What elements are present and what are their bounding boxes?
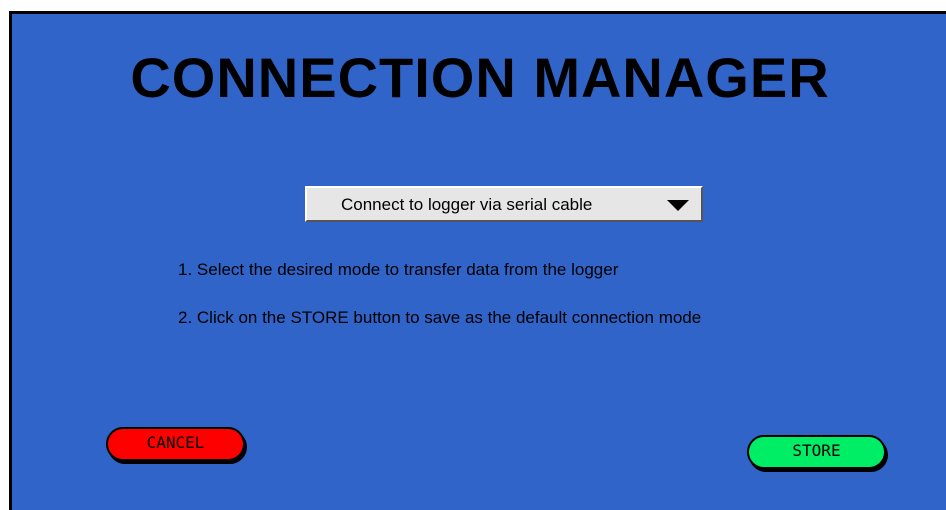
triangle-down-icon [667, 200, 689, 211]
connection-mode-dropdown[interactable]: Connect to logger via serial cable [305, 186, 703, 222]
cancel-button[interactable]: CANCEL [106, 427, 245, 461]
page-title: CONNECTION MANAGER [130, 46, 830, 109]
instruction-step-1: 1. Select the desired mode to transfer d… [178, 260, 619, 279]
window-frame: CONNECTION MANAGER Connect to logger via… [0, 0, 946, 510]
instruction-step-2: 2. Click on the STORE button to save as … [178, 308, 702, 327]
dropdown-selected-value: Connect to logger via serial cable [341, 195, 593, 214]
store-button[interactable]: STORE [747, 435, 886, 469]
connection-manager-panel: CONNECTION MANAGER Connect to logger via… [9, 11, 946, 510]
